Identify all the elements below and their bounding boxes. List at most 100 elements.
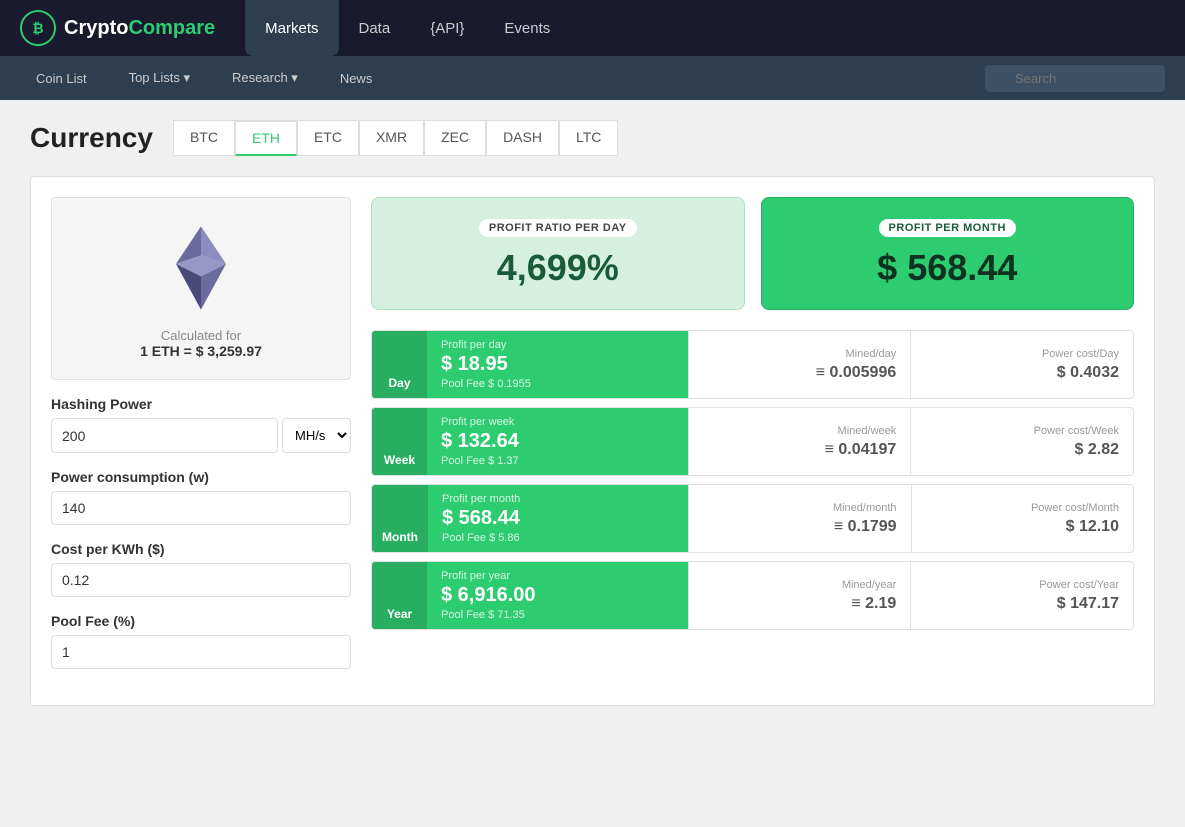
pool-fee-input[interactable] (51, 635, 351, 669)
summary-boxes: PROFIT RATIO PER DAY 4,699% PROFIT PER M… (371, 197, 1134, 310)
power-week-value: $ 2.82 (925, 441, 1119, 459)
period-day: Day (372, 331, 427, 398)
profit-week-amount: $ 132.64 (441, 430, 674, 453)
mined-month: Mined/month ≡ 0.1799 (688, 485, 910, 552)
power-month: Power cost/Month $ 12.10 (911, 485, 1133, 552)
hashing-power-group: Hashing Power MH/s GH/s TH/s (51, 396, 351, 453)
power-year-value: $ 147.17 (925, 595, 1119, 613)
pool-fee-label: Pool Fee (%) (51, 613, 351, 629)
profit-year-label: Profit per year (441, 570, 674, 582)
eth-calculated-label: Calculated for 1 ETH = $ 3,259.97 (140, 328, 262, 359)
power-day-value: $ 0.4032 (925, 364, 1119, 382)
mined-week-value: ≡ 0.04197 (703, 441, 897, 459)
profit-main-year: Profit per year $ 6,916.00 Pool Fee $ 71… (427, 562, 688, 629)
mined-month-label: Mined/month (703, 502, 896, 514)
nav-api[interactable]: {API} (410, 0, 484, 56)
profit-year-amount: $ 6,916.00 (441, 584, 674, 607)
profit-day-amount: $ 18.95 (441, 353, 674, 376)
profit-month-label: PROFIT PER MONTH (879, 219, 1016, 237)
power-day-label: Power cost/Day (925, 348, 1119, 360)
profit-row-week: Week Profit per week $ 132.64 Pool Fee $… (371, 407, 1134, 476)
power-day: Power cost/Day $ 0.4032 (910, 331, 1133, 398)
profit-year-pool-fee: Pool Fee $ 71.35 (441, 609, 674, 621)
tab-dash[interactable]: DASH (486, 120, 559, 156)
hashing-power-unit-select[interactable]: MH/s GH/s TH/s (282, 418, 351, 453)
tab-ltc[interactable]: LTC (559, 120, 618, 156)
nav-data[interactable]: Data (339, 0, 411, 56)
profit-month-row-label: Profit per month (442, 493, 674, 505)
mined-day: Mined/day ≡ 0.005996 (688, 331, 911, 398)
logo-compare-text: Compare (128, 17, 215, 40)
cost-kwh-input[interactable] (51, 563, 351, 597)
profit-main-month: Profit per month $ 568.44 Pool Fee $ 5.8… (428, 485, 688, 552)
tab-eth[interactable]: ETH (235, 120, 297, 156)
nav-markets[interactable]: Markets (245, 0, 338, 56)
top-navigation: ₿ CryptoCompare Markets Data {API} Event… (0, 0, 1185, 56)
profit-ratio-value: 4,699% (392, 247, 724, 289)
power-year-label: Power cost/Year (925, 579, 1119, 591)
profit-rows: Day Profit per day $ 18.95 Pool Fee $ 0.… (371, 330, 1134, 630)
mined-year-value: ≡ 2.19 (703, 595, 897, 613)
main-content: Currency BTC ETH ETC XMR ZEC DASH LTC (0, 100, 1185, 726)
profit-row-month: Month Profit per month $ 568.44 Pool Fee… (371, 484, 1134, 553)
currency-header: Currency BTC ETH ETC XMR ZEC DASH LTC (30, 120, 1155, 156)
profit-day-pool-fee: Pool Fee $ 0.1955 (441, 378, 674, 390)
profit-row-year: Year Profit per year $ 6,916.00 Pool Fee… (371, 561, 1134, 630)
nav-news[interactable]: News (324, 56, 389, 100)
power-consumption-input[interactable] (51, 491, 351, 525)
eth-logo-box: Calculated for 1 ETH = $ 3,259.97 (51, 197, 351, 380)
tab-zec[interactable]: ZEC (424, 120, 486, 156)
currency-title: Currency (30, 122, 153, 154)
mined-week: Mined/week ≡ 0.04197 (688, 408, 911, 475)
main-card: Calculated for 1 ETH = $ 3,259.97 Hashin… (30, 176, 1155, 706)
cost-kwh-group: Cost per KWh ($) (51, 541, 351, 597)
tab-btc[interactable]: BTC (173, 120, 235, 156)
mined-year: Mined/year ≡ 2.19 (688, 562, 911, 629)
power-week: Power cost/Week $ 2.82 (910, 408, 1133, 475)
right-panel: PROFIT RATIO PER DAY 4,699% PROFIT PER M… (371, 197, 1134, 685)
power-consumption-label: Power consumption (w) (51, 469, 351, 485)
nav-events[interactable]: Events (484, 0, 570, 56)
nav-coin-list[interactable]: Coin List (20, 56, 103, 100)
search-input[interactable] (985, 65, 1165, 92)
mined-month-value: ≡ 0.1799 (703, 518, 896, 536)
profit-month-row-amount: $ 568.44 (442, 507, 674, 530)
mined-year-label: Mined/year (703, 579, 897, 591)
left-panel: Calculated for 1 ETH = $ 3,259.97 Hashin… (51, 197, 351, 685)
hashing-power-label: Hashing Power (51, 396, 351, 412)
profit-row-day: Day Profit per day $ 18.95 Pool Fee $ 0.… (371, 330, 1134, 399)
profit-main-day: Profit per day $ 18.95 Pool Fee $ 0.1955 (427, 331, 688, 398)
search-wrapper: 🔍 (985, 65, 1165, 92)
logo-icon: ₿ (20, 10, 56, 46)
cost-kwh-label: Cost per KWh ($) (51, 541, 351, 557)
period-week: Week (372, 408, 427, 475)
power-week-label: Power cost/Week (925, 425, 1119, 437)
profit-main-week: Profit per week $ 132.64 Pool Fee $ 1.37 (427, 408, 688, 475)
profit-ratio-box: PROFIT RATIO PER DAY 4,699% (371, 197, 745, 310)
eth-price-value: 1 ETH = $ 3,259.97 (140, 343, 262, 359)
period-month: Month (372, 485, 428, 552)
profit-week-pool-fee: Pool Fee $ 1.37 (441, 455, 674, 467)
mined-day-label: Mined/day (703, 348, 897, 360)
tab-etc[interactable]: ETC (297, 120, 359, 156)
logo-crypto-text: Crypto (64, 17, 128, 40)
logo[interactable]: ₿ CryptoCompare (20, 10, 215, 46)
power-year: Power cost/Year $ 147.17 (910, 562, 1133, 629)
nav-research[interactable]: Research ▾ (216, 56, 314, 100)
profit-day-label: Profit per day (441, 339, 674, 351)
mined-week-label: Mined/week (703, 425, 897, 437)
main-nav-items: Markets Data {API} Events (245, 0, 1165, 56)
power-month-value: $ 12.10 (926, 518, 1119, 536)
period-year: Year (372, 562, 427, 629)
tab-xmr[interactable]: XMR (359, 120, 424, 156)
hashing-power-input[interactable] (51, 418, 278, 453)
power-month-label: Power cost/Month (926, 502, 1119, 514)
nav-top-lists[interactable]: Top Lists ▾ (113, 56, 206, 100)
profit-month-box: PROFIT PER MONTH $ 568.44 (761, 197, 1135, 310)
svg-text:₿: ₿ (32, 20, 43, 36)
currency-tabs: BTC ETH ETC XMR ZEC DASH LTC (173, 120, 618, 156)
power-consumption-group: Power consumption (w) (51, 469, 351, 525)
pool-fee-group: Pool Fee (%) (51, 613, 351, 669)
profit-week-label: Profit per week (441, 416, 674, 428)
secondary-navigation: Coin List Top Lists ▾ Research ▾ News 🔍 (0, 56, 1185, 100)
